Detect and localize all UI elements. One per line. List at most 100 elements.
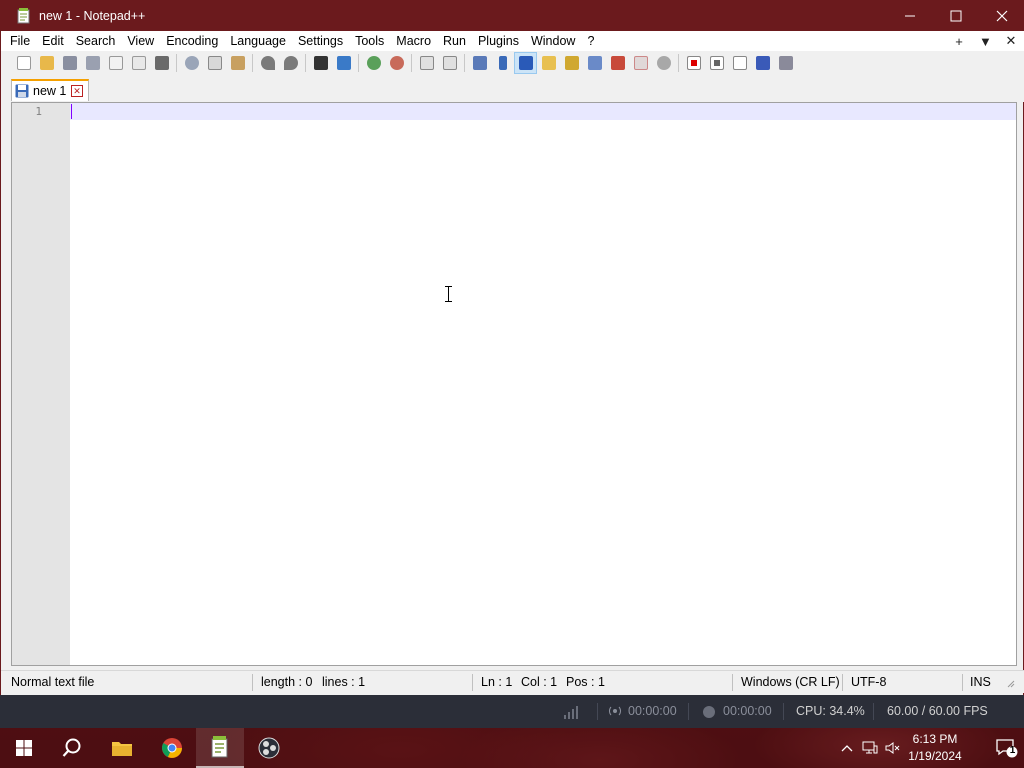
chrome-icon[interactable] (148, 728, 196, 768)
menu-plugins[interactable]: Plugins (472, 31, 525, 51)
cpu-usage: CPU: 34.4% (796, 704, 865, 718)
close-window-button[interactable] (979, 0, 1024, 31)
save-macro-icon[interactable] (774, 52, 797, 74)
undo-icon[interactable] (256, 52, 279, 74)
status-divider (732, 674, 733, 691)
menu-tools[interactable]: Tools (349, 31, 390, 51)
copy-icon[interactable] (203, 52, 226, 74)
maximize-button[interactable] (933, 0, 979, 31)
cut-icon[interactable] (180, 52, 203, 74)
word-wrap-icon[interactable] (468, 52, 491, 74)
obs-icon[interactable] (245, 728, 293, 768)
notepadpp-app-icon[interactable] (16, 7, 32, 24)
stop-recording-icon[interactable] (705, 52, 728, 74)
signal-bars-icon (563, 695, 579, 728)
menu-window[interactable]: Window (525, 31, 581, 51)
status-eol[interactable]: Windows (CR LF) (741, 671, 840, 694)
toolbar-separator (176, 53, 177, 72)
new-tab-button[interactable]: + (953, 34, 965, 49)
find-icon[interactable] (309, 52, 332, 74)
menu-language[interactable]: Language (224, 31, 292, 51)
save-icon[interactable] (58, 52, 81, 74)
new-file-icon[interactable] (12, 52, 35, 74)
volume-muted-icon[interactable] (884, 739, 902, 757)
menu-settings[interactable]: Settings (292, 31, 349, 51)
fps-readout: 60.00 / 60.00 FPS (887, 704, 988, 718)
title-bar[interactable]: new 1 - Notepad++ (1, 0, 1024, 31)
record-macro-icon[interactable] (682, 52, 705, 74)
obs-divider (783, 703, 784, 720)
tab-new-1[interactable]: new 1 ✕ (11, 79, 89, 101)
status-insert-mode[interactable]: INS (970, 671, 991, 694)
notification-count: 1 (1009, 745, 1016, 756)
zoom-out-icon[interactable] (385, 52, 408, 74)
toolbar (1, 51, 1024, 74)
close-file-icon[interactable] (104, 52, 127, 74)
show-all-characters-icon[interactable] (491, 52, 514, 74)
notepadpp-taskbar-icon[interactable] (196, 728, 244, 768)
paste-icon[interactable] (226, 52, 249, 74)
obs-status-bar: 00:00:00 00:00:00 CPU: 34.4% 60.00 / 60.… (0, 695, 1024, 728)
toolbar-separator (678, 53, 679, 72)
document-map-icon[interactable] (560, 52, 583, 74)
function-list-icon[interactable] (583, 52, 606, 74)
status-column: Col : 1 (521, 675, 558, 689)
close-all-icon[interactable] (127, 52, 150, 74)
playback-macro-icon[interactable] (728, 52, 751, 74)
status-position: Pos : 1 (566, 675, 605, 689)
close-document-button[interactable]: ✕ (1005, 33, 1017, 49)
record-icon (702, 695, 716, 728)
menu-edit[interactable]: Edit (36, 31, 70, 51)
print-icon[interactable] (150, 52, 173, 74)
search-icon[interactable] (48, 728, 96, 768)
redo-icon[interactable] (279, 52, 302, 74)
replace-icon[interactable] (332, 52, 355, 74)
current-line-highlight (70, 103, 1016, 120)
windows-taskbar: 6:13 PM 1/19/2024 1 (0, 728, 1024, 768)
menu-bar: File Edit Search View Encoding Language … (1, 31, 1024, 51)
stream-icon (608, 695, 622, 728)
menu-view[interactable]: View (121, 31, 160, 51)
clock[interactable]: 6:13 PM 1/19/2024 (904, 731, 966, 765)
line-number-gutter[interactable]: 1 (12, 103, 70, 665)
document-list-icon[interactable] (652, 52, 675, 74)
user-defined-language-icon[interactable] (537, 52, 560, 74)
tab-label: new 1 (33, 84, 67, 98)
start-icon[interactable] (0, 728, 48, 768)
folder-as-workspace-icon[interactable] (606, 52, 629, 74)
editor-area[interactable]: 1 (11, 102, 1017, 666)
notifications-icon[interactable]: 1 (995, 739, 1019, 758)
open-file-icon[interactable] (35, 52, 58, 74)
sync-vertical-scroll-icon[interactable] (415, 52, 438, 74)
sync-horizontal-scroll-icon[interactable] (438, 52, 461, 74)
toolbar-separator (411, 53, 412, 72)
status-line: Ln : 1 (481, 675, 513, 689)
show-hidden-icons-icon[interactable] (838, 739, 856, 757)
tab-bar: new 1 ✕ (1, 74, 1024, 102)
obs-divider (688, 703, 689, 720)
toolbar-separator (252, 53, 253, 72)
save-all-icon[interactable] (81, 52, 104, 74)
menu-search[interactable]: Search (70, 31, 122, 51)
minimize-button[interactable] (887, 0, 933, 31)
monitoring-icon[interactable] (629, 52, 652, 74)
tab-list-button[interactable]: ▼ (979, 34, 992, 49)
run-macro-multiple-icon[interactable] (751, 52, 774, 74)
system-tray: 6:13 PM 1/19/2024 1 (824, 728, 1024, 768)
menu-help[interactable]: ? (581, 31, 600, 51)
line-number: 1 (35, 105, 42, 118)
resize-grip-icon[interactable] (1005, 671, 1017, 694)
menu-encoding[interactable]: Encoding (160, 31, 224, 51)
menu-run[interactable]: Run (437, 31, 472, 51)
close-tab-icon[interactable]: ✕ (71, 85, 83, 97)
file-explorer-icon[interactable] (98, 728, 146, 768)
menu-file[interactable]: File (1, 31, 36, 51)
zoom-in-icon[interactable] (362, 52, 385, 74)
indent-guide-icon[interactable] (514, 51, 537, 74)
status-encoding[interactable]: UTF-8 (851, 671, 886, 694)
toolbar-separator (305, 53, 306, 72)
status-length: length : 0 (261, 675, 313, 689)
network-icon[interactable] (861, 739, 879, 757)
status-divider (252, 674, 253, 691)
menu-macro[interactable]: Macro (390, 31, 437, 51)
